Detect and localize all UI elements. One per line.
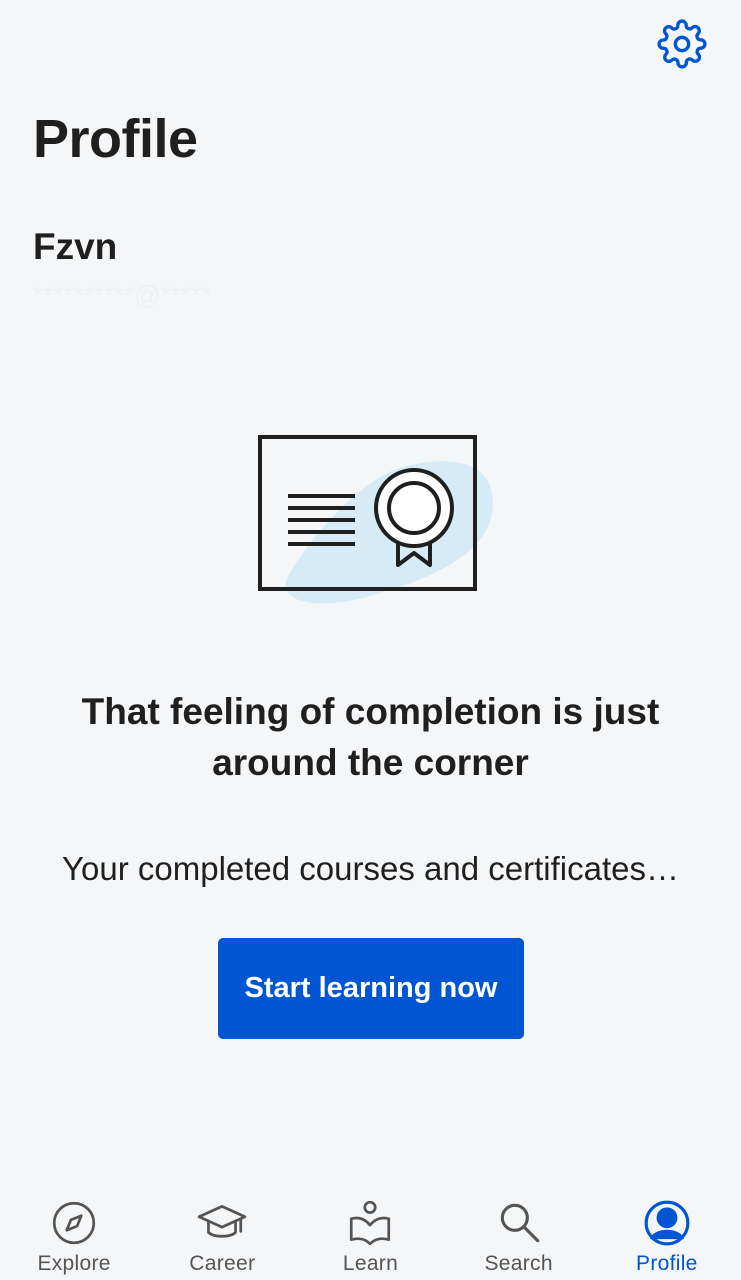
graduation-cap-icon [198,1204,247,1238]
nav-label-explore: Explore [37,1252,111,1275]
nav-item-explore[interactable]: Explore [0,1186,148,1280]
nav-label-learn: Learn [342,1252,399,1275]
nav-item-profile[interactable]: Profile [593,1186,741,1280]
nav-label-search: Search [484,1252,553,1275]
book-person-icon [350,1200,391,1246]
certificate-icon [258,435,493,604]
bottom-nav: Explore Career Learn Search Profile [0,1186,741,1280]
profile-screen: Profile Fzvn **********@***** That feeli… [0,0,741,1280]
gear-icon [657,19,707,69]
search-icon [500,1203,539,1243]
nav-label-career: Career [189,1252,256,1275]
user-email: **********@***** [33,280,212,310]
nav-item-search[interactable]: Search [445,1186,593,1280]
user-circle-icon [644,1200,690,1246]
start-learning-button[interactable]: Start learning now [218,938,524,1039]
compass-icon [52,1201,96,1245]
user-name: Fzvn [33,226,118,267]
empty-state-subtext: Your completed courses and certificates… [62,850,679,887]
nav-item-learn[interactable]: Learn [296,1186,444,1280]
settings-button[interactable] [656,18,708,70]
nav-label-profile: Profile [636,1252,698,1275]
nav-item-career[interactable]: Career [148,1186,296,1280]
page-title: Profile [33,109,198,169]
empty-state-headline: That feeling of completion is just aroun… [81,691,660,783]
